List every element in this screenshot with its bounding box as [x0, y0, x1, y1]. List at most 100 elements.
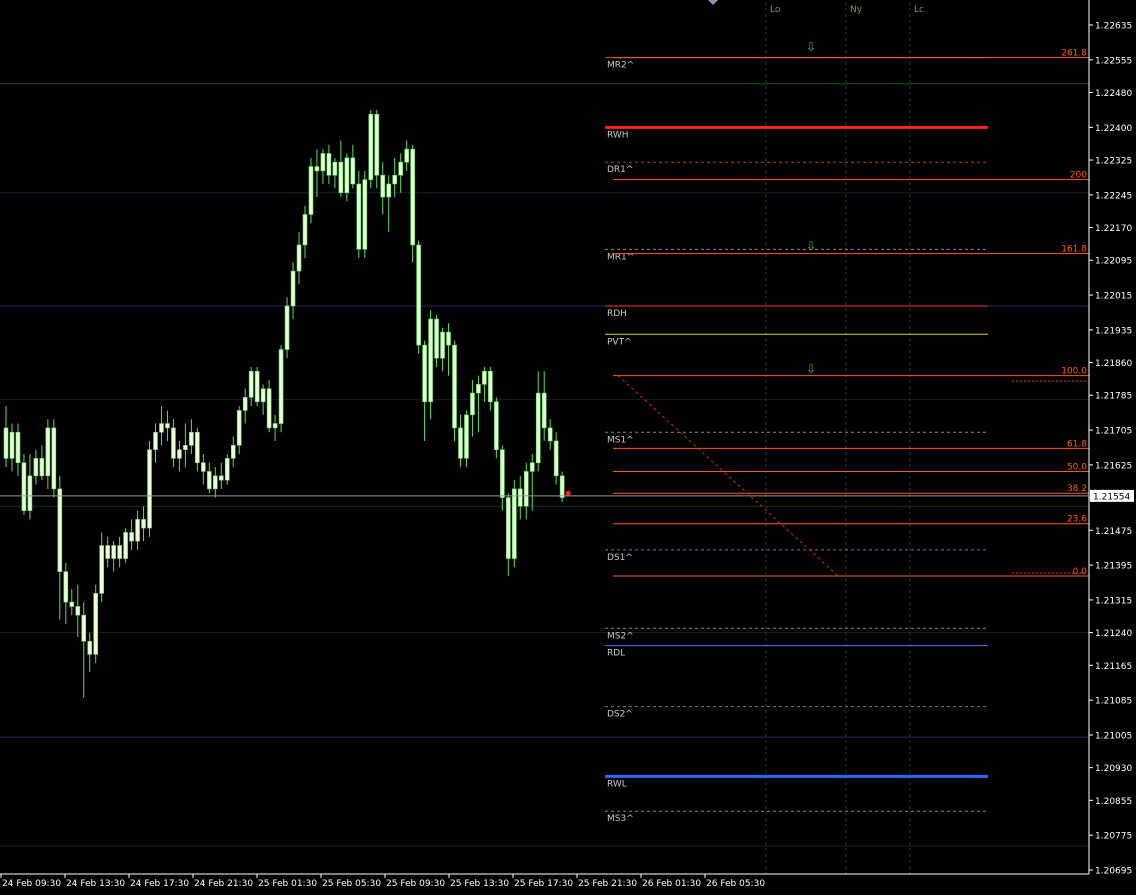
candle-body [559, 475, 565, 498]
candle-body [476, 384, 481, 394]
price-tick-label: 1.22170 [1095, 224, 1132, 234]
price-tick-label: 1.22015 [1095, 292, 1132, 302]
candle-body [153, 431, 158, 450]
candle-body [195, 431, 200, 464]
price-tick-label: 1.21165 [1095, 662, 1132, 672]
candle-body [410, 148, 415, 246]
candle-body [428, 318, 433, 403]
candle-body [69, 601, 75, 607]
time-tick-label: 26 Feb 05:30 [706, 879, 765, 889]
candle-body [529, 462, 535, 472]
candle-body [422, 344, 427, 403]
candle-body [9, 431, 15, 459]
candle-body [464, 414, 469, 459]
candle-body [386, 183, 392, 198]
candle-body [272, 423, 278, 429]
price-tick-label: 1.21860 [1095, 359, 1132, 369]
price-tick-label: 1.21625 [1095, 461, 1132, 471]
level-label: RWH [607, 130, 629, 140]
fib-label: 200 [1070, 171, 1087, 181]
fib-label: 38.2 [1067, 484, 1087, 494]
current-price-dot [565, 490, 571, 496]
candle-body [236, 410, 242, 446]
candle-body [482, 370, 487, 385]
price-tick-label: 1.21005 [1095, 731, 1132, 741]
candle-body [242, 397, 248, 411]
candle-body [284, 305, 290, 350]
candle-body [141, 519, 146, 529]
price-tick-label: 1.21240 [1095, 629, 1132, 639]
price-tick-label: 1.20930 [1095, 764, 1132, 774]
candle-body [218, 475, 224, 481]
level-label: MS1^ [607, 435, 634, 445]
price-tick-label: 1.22635 [1095, 22, 1132, 32]
candle-body [452, 344, 457, 429]
candle-body [266, 388, 272, 429]
candle-body [392, 174, 398, 185]
candle-body [224, 458, 230, 481]
level-label: MS3^ [607, 814, 634, 824]
candle-body [535, 392, 541, 464]
candle-body [511, 488, 517, 559]
candle-body [165, 423, 170, 429]
candle-body [398, 161, 403, 176]
price-chart[interactable]: Lo Ny Lc MR2^RWHDR1^MR1^RDHPVT^MS1^DS1^MS2… [0, 0, 1136, 895]
candle-body [105, 545, 110, 559]
candle-body [416, 244, 421, 346]
candle-body [27, 475, 33, 511]
chart-background [0, 0, 1136, 895]
down-arrow-icon: ⇩ [806, 239, 816, 253]
price-tick-label: 1.20695 [1095, 867, 1132, 877]
price-tick-label: 1.20855 [1095, 797, 1132, 807]
down-arrow-icon: ⇩ [806, 362, 816, 376]
candle-body [506, 497, 511, 559]
candle-body [278, 349, 284, 424]
time-tick-label: 26 Feb 01:30 [642, 879, 701, 889]
time-tick-label: 25 Feb 09:30 [386, 879, 445, 889]
candle-body [45, 427, 51, 477]
level-label: DR1^ [607, 165, 633, 175]
down-arrow-icon: ⇩ [806, 40, 816, 54]
candle-body [308, 166, 314, 215]
candle-body [39, 458, 45, 477]
time-tick-label: 25 Feb 05:30 [322, 879, 381, 889]
candle-body [183, 445, 188, 450]
time-tick-label: 25 Feb 21:30 [578, 879, 637, 889]
price-tick-label: 1.22480 [1095, 89, 1132, 99]
candle-body [553, 440, 559, 477]
candle-body [356, 183, 362, 250]
candle-body [320, 153, 326, 172]
candle-body [254, 370, 260, 403]
candle-body [81, 614, 87, 642]
candle-body [87, 641, 93, 655]
price-tick-label: 1.21475 [1095, 527, 1132, 537]
candle-body [57, 488, 63, 572]
candle-body [123, 532, 128, 559]
price-tick-label: 1.21935 [1095, 326, 1132, 336]
candle-body [75, 606, 81, 616]
candle-body [177, 449, 182, 459]
candle-body [500, 449, 505, 498]
candle-body [159, 423, 164, 433]
session-label: Lc [914, 5, 924, 15]
price-tick-label: 1.21315 [1095, 596, 1132, 606]
level-label: RWL [607, 779, 627, 789]
candle-body [404, 148, 409, 163]
candle-body [230, 445, 236, 459]
candle-body [63, 571, 69, 603]
candle-body [135, 519, 140, 542]
candle-body [326, 153, 332, 176]
candle-body [201, 462, 206, 472]
candle-body [15, 431, 21, 464]
time-tick-label: 24 Feb 17:30 [130, 879, 189, 889]
fib-label: 50.0 [1067, 462, 1087, 472]
price-tick-label: 1.22400 [1095, 124, 1132, 134]
price-tick-label: 1.22325 [1095, 157, 1132, 167]
level-label: DS2^ [607, 710, 633, 720]
level-label: RDH [607, 309, 627, 319]
candle-body [350, 157, 356, 185]
candle-body [344, 157, 350, 193]
candle-body [523, 471, 529, 507]
candle-body [290, 270, 296, 307]
candle-body [111, 545, 116, 559]
